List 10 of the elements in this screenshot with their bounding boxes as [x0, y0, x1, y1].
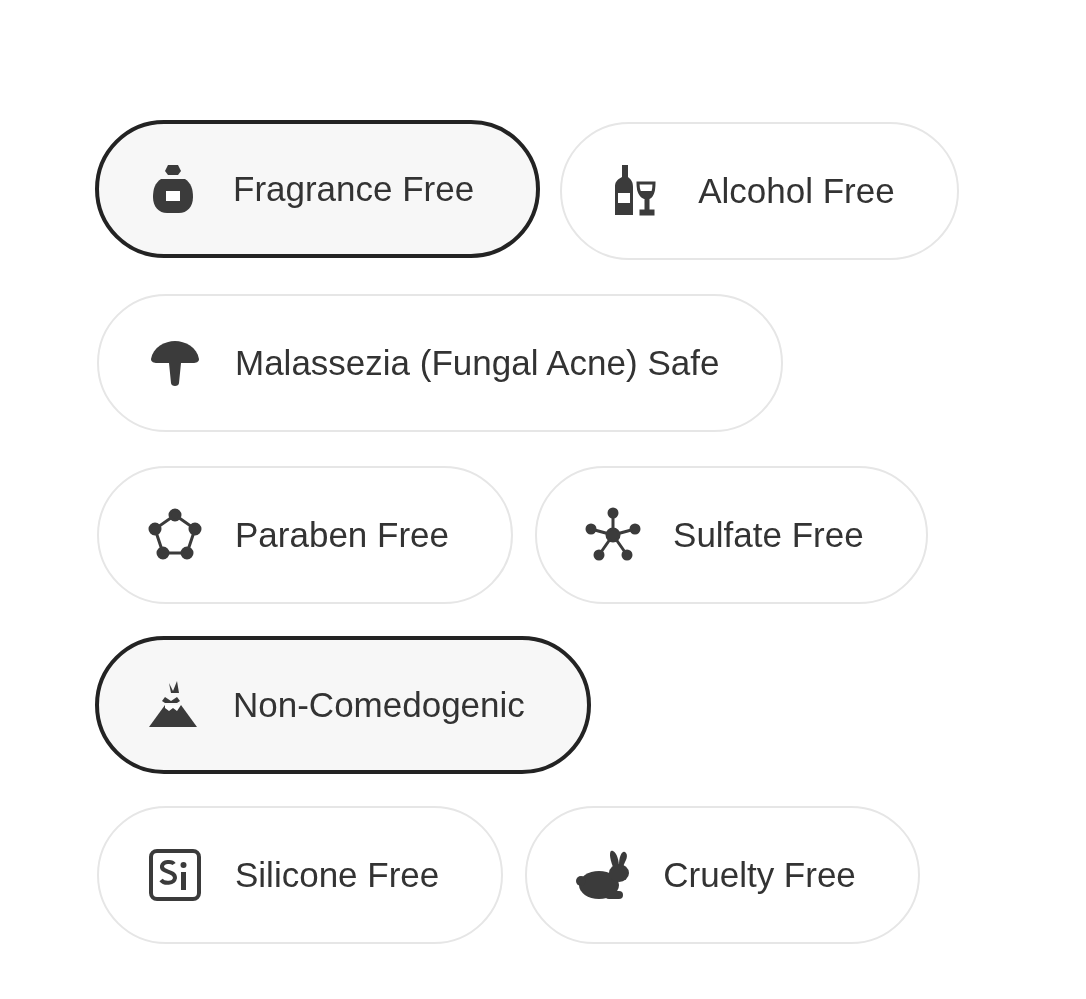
network-node-icon: [585, 507, 642, 563]
filter-chip[interactable]: Alcohol Free: [560, 122, 959, 260]
filter-chip[interactable]: Silicone Free: [97, 806, 504, 944]
silicon-symbol-icon: [147, 847, 203, 903]
filter-chip[interactable]: Malassezia (Fungal Acne) Safe: [97, 294, 784, 432]
filter-chip[interactable]: Cruelty Free: [525, 806, 920, 944]
filter-chip[interactable]: Paraben Free: [97, 466, 514, 604]
filter-chip[interactable]: Non-Comedogenic: [95, 636, 591, 774]
filter-chip[interactable]: Sulfate Free: [535, 466, 928, 604]
filter-chip[interactable]: Fragrance Free: [95, 120, 541, 258]
